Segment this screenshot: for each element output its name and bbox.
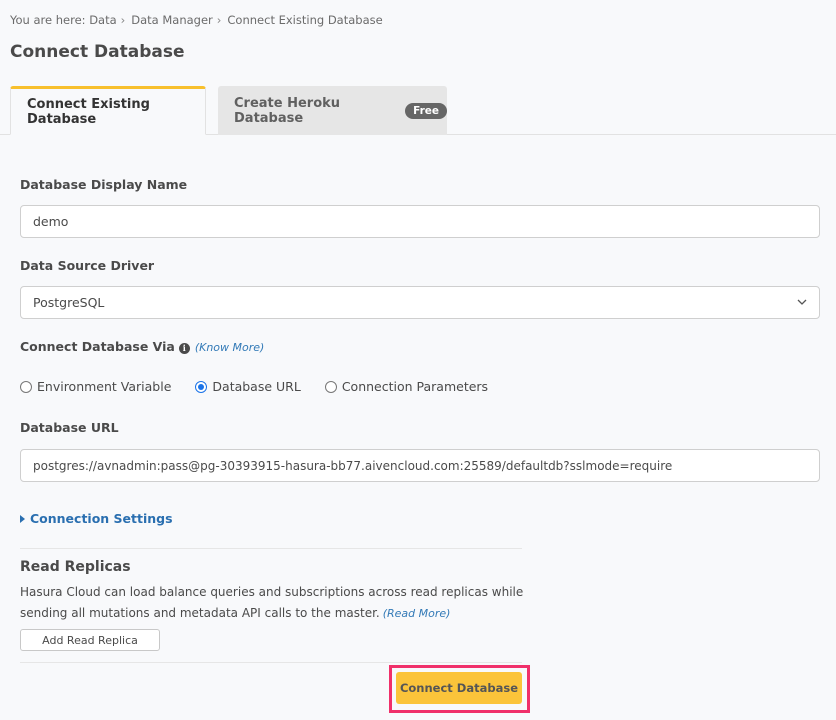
page-title: Connect Database: [10, 42, 185, 62]
know-more-link[interactable]: (Know More): [195, 341, 265, 354]
connect-database-button[interactable]: Connect Database: [396, 672, 522, 704]
breadcrumb-prefix: You are here:: [10, 13, 86, 27]
breadcrumb-item-data[interactable]: Data: [89, 13, 116, 27]
free-badge: Free: [405, 102, 447, 119]
caret-right-icon: [20, 514, 25, 523]
breadcrumb-item-current: Connect Existing Database: [227, 13, 383, 27]
radio-label: Environment Variable: [37, 379, 172, 394]
divider: [20, 548, 522, 549]
tab-label: Connect Existing Database: [27, 96, 150, 127]
driver-label: Data Source Driver: [20, 258, 155, 273]
connect-via-radio-group: Environment Variable Database URL Connec…: [20, 379, 512, 394]
database-url-label: Database URL: [20, 420, 119, 435]
radio-connection-parameters[interactable]: Connection Parameters: [324, 379, 489, 394]
radio-label: Database URL: [212, 379, 301, 394]
chevron-right-icon: ›: [120, 13, 126, 27]
tab-create-heroku-database[interactable]: Create Heroku Database Free: [218, 86, 447, 135]
connect-via-label: Connect Database Via i (Know More): [20, 339, 264, 354]
breadcrumb: You are here: Data › Data Manager › Connect …: [10, 13, 383, 27]
radio-label: Connection Parameters: [341, 379, 489, 394]
driver-select[interactable]: PostgreSQL: [20, 286, 820, 319]
database-url-input[interactable]: postgres://avnadmin:pass@pg-30393915-has…: [20, 449, 820, 482]
breadcrumb-item-data-manager[interactable]: Data Manager: [131, 13, 213, 27]
radio-environment-variable[interactable]: Environment Variable: [20, 379, 171, 394]
chevron-down-icon: [797, 299, 807, 305]
add-read-replica-button[interactable]: Add Read Replica: [20, 629, 160, 651]
chevron-right-icon: ›: [216, 13, 222, 27]
radio-button[interactable]: [20, 380, 32, 393]
driver-value: PostgreSQL: [33, 295, 105, 310]
tab-connect-existing-database[interactable]: Connect Existing Database: [10, 86, 206, 135]
radio-button[interactable]: [324, 380, 337, 393]
read-replicas-title: Read Replicas: [20, 559, 131, 575]
tab-label: Create Heroku Database: [234, 95, 341, 126]
display-name-label: Database Display Name: [20, 177, 188, 192]
database-url-value: postgres://avnadmin:pass@pg-30393915-has…: [33, 458, 673, 473]
display-name-input[interactable]: demo: [20, 205, 820, 238]
connection-settings-label: Connection Settings: [30, 511, 173, 526]
divider: [20, 662, 522, 663]
radio-database-url[interactable]: Database URL: [195, 379, 301, 394]
radio-button-checked[interactable]: [195, 380, 208, 393]
connect-via-label-text: Connect Database Via: [20, 339, 175, 354]
display-name-value: demo: [33, 214, 69, 229]
info-circle-icon[interactable]: i: [178, 343, 190, 354]
read-more-link[interactable]: (Read More): [383, 607, 451, 620]
read-replicas-description: Hasura Cloud can load balance queries an…: [20, 582, 530, 624]
connection-settings-toggle[interactable]: Connection Settings: [20, 511, 173, 526]
